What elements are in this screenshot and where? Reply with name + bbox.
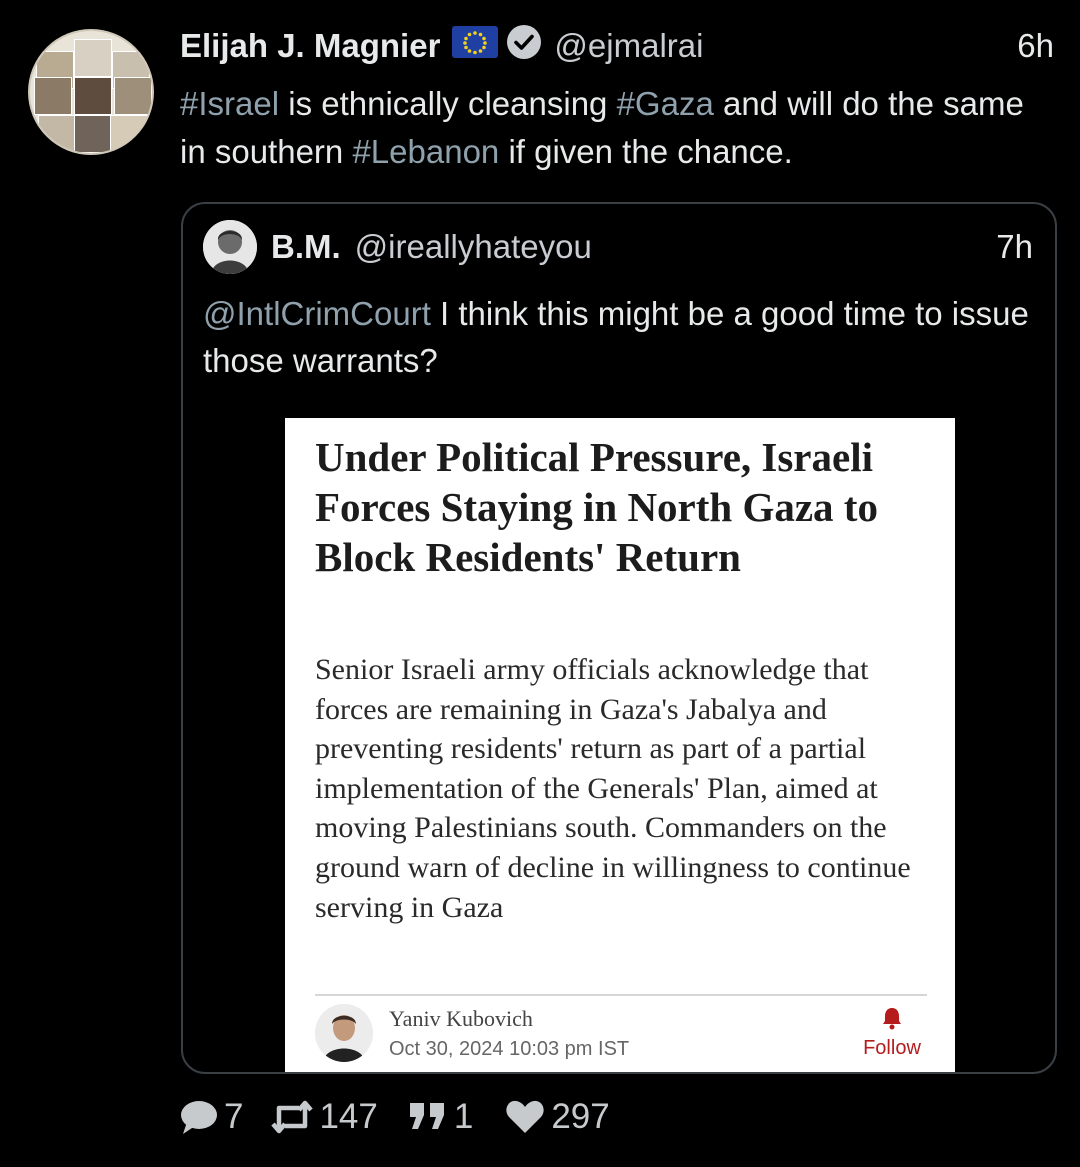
quoted-header: B.M. @ireallyhateyou <box>271 224 592 270</box>
quoted-author-handle[interactable]: @ireallyhateyou <box>355 228 592 266</box>
quoted-timestamp[interactable]: 7h <box>996 224 1033 270</box>
repost-icon <box>271 1100 314 1134</box>
quoted-author-name[interactable]: B.M. <box>271 228 341 266</box>
like-icon <box>505 1099 545 1135</box>
quoted-author-avatar[interactable] <box>203 220 257 274</box>
quote-button[interactable]: 1 <box>408 1097 473 1137</box>
author-avatar[interactable] <box>28 29 154 155</box>
bell-icon <box>881 1008 903 1034</box>
hashtag-israel[interactable]: #Israel <box>180 85 279 122</box>
article-author-name: Yaniv Kubovich <box>389 1006 533 1031</box>
author-handle[interactable]: @ejmalrai <box>554 27 703 65</box>
article-title: Under Political Pressure, Israeli Forces… <box>315 434 878 580</box>
like-button[interactable]: 297 <box>505 1097 610 1137</box>
hashtag-lebanon[interactable]: #Lebanon <box>352 133 499 170</box>
author-name[interactable]: Elijah J. Magnier <box>180 27 440 65</box>
reply-icon <box>178 1098 218 1136</box>
verified-icon <box>506 24 542 68</box>
tweet-text-part: if given the chance. <box>499 133 793 170</box>
mention-link[interactable]: @IntlCrimCourt <box>203 295 431 332</box>
like-count: 297 <box>551 1097 610 1136</box>
tweet-text: #Israel is ethnically cleansing #Gaza an… <box>180 80 1050 176</box>
article-date: Oct 30, 2024 10:03 pm IST <box>389 1038 630 1060</box>
tweet-header: Elijah J. Magnier @ejmalrai <box>180 24 703 68</box>
article-screenshot[interactable]: Under Political Pressure, Israeli Forces… <box>285 418 955 1072</box>
article-divider <box>315 994 927 996</box>
hashtag-gaza[interactable]: #Gaza <box>617 85 714 122</box>
reply-count: 7 <box>224 1097 244 1136</box>
follow-button[interactable]: Follow <box>857 1006 927 1060</box>
tweet-text-part: is ethnically cleansing <box>279 85 617 122</box>
follow-label: Follow <box>863 1037 921 1059</box>
article-author-avatar <box>315 1004 373 1062</box>
reply-button[interactable]: 7 <box>178 1097 243 1137</box>
tweet-timestamp[interactable]: 6h <box>1017 24 1054 68</box>
article-summary: Senior Israeli army officials acknowledg… <box>315 653 911 924</box>
repost-count: 147 <box>319 1097 378 1136</box>
quote-count: 1 <box>453 1097 474 1136</box>
eu-flag-icon <box>452 26 499 66</box>
quoted-text: @IntlCrimCourt I think this might be a g… <box>203 290 1043 384</box>
repost-button[interactable]: 147 <box>271 1097 378 1137</box>
action-bar: 7 147 1 297 <box>178 1096 610 1138</box>
quote-icon <box>408 1101 448 1133</box>
quoted-post-card[interactable]: B.M. @ireallyhateyou 7h @IntlCrimCourt I… <box>181 202 1057 1074</box>
